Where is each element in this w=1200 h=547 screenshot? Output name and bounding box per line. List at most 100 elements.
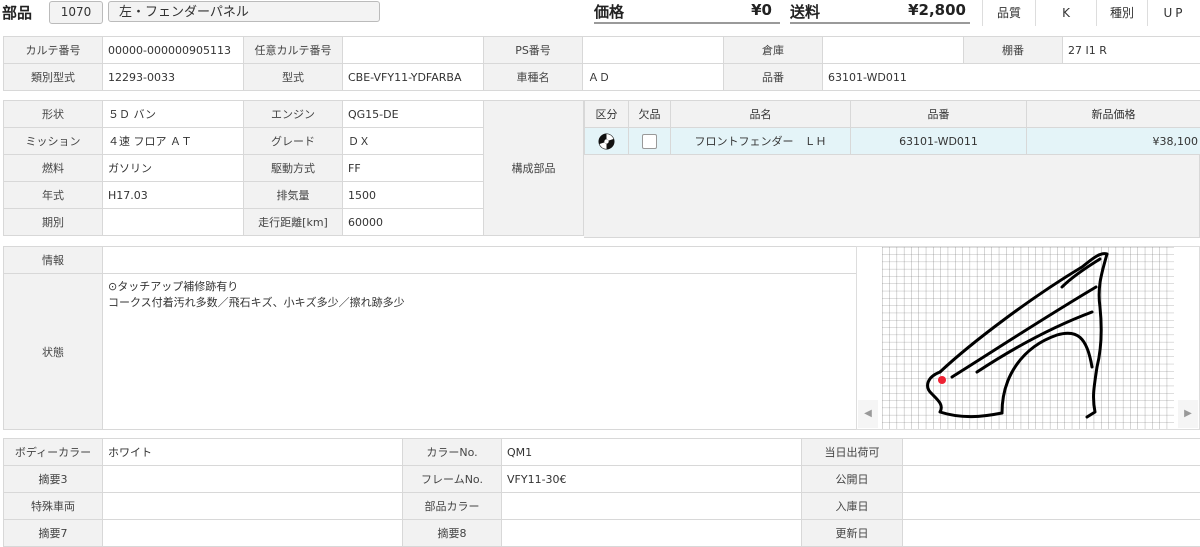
missing-checkbox[interactable] xyxy=(642,134,657,149)
new-price-cell: ¥38,100 xyxy=(1027,128,1200,155)
vehicle-name-label: 車種名 xyxy=(484,64,583,91)
engine-label: エンジン xyxy=(244,101,343,128)
details-table: ボディーカラー ホワイト カラーNo. QM1 当日出荷可 摘要3 フレームNo… xyxy=(3,438,1200,547)
grade-label: グレード xyxy=(244,128,343,155)
disc-icon xyxy=(598,133,615,150)
part-color-label: 部品カラー xyxy=(403,493,502,520)
shelf-value: 27 I1 R xyxy=(1063,37,1200,64)
classification-label: 類別型式 xyxy=(4,64,103,91)
special-vehicle-label: 特殊車両 xyxy=(4,493,103,520)
header-name: 品名 xyxy=(671,101,851,128)
karte-number-label: カルテ番号 xyxy=(4,37,103,64)
shape-label: 形状 xyxy=(4,101,103,128)
repair-marker-icon xyxy=(938,376,946,384)
displacement-value: 1500 xyxy=(343,182,484,209)
type-value: UP xyxy=(1147,0,1200,26)
basic-info-row: カルテ番号 00000-000000905113 任意カルテ番号 PS番号 倉庫… xyxy=(4,37,1200,64)
classification-value: 12293-0033 xyxy=(103,64,244,91)
model-label: 型式 xyxy=(244,64,343,91)
drive-label: 駆動方式 xyxy=(244,155,343,182)
part-diagram-image[interactable] xyxy=(882,247,1174,429)
mileage-value: 60000 xyxy=(343,209,484,236)
year-label: 年式 xyxy=(4,182,103,209)
price-underline xyxy=(594,22,780,24)
publish-date-value xyxy=(903,466,1200,493)
detail-row: ボディーカラー ホワイト カラーNo. QM1 当日出荷可 xyxy=(4,439,1200,466)
transmission-value: ４速 フロア ＡＴ xyxy=(103,128,244,155)
info-value xyxy=(103,247,857,274)
summary3-value xyxy=(103,466,403,493)
image-prev-button[interactable]: ◀ xyxy=(858,400,878,428)
grade-value: ＤＸ xyxy=(343,128,484,155)
displacement-label: 排気量 xyxy=(244,182,343,209)
summary3-label: 摘要3 xyxy=(4,466,103,493)
components-label: 構成部品 xyxy=(484,101,584,236)
drive-value: FF xyxy=(343,155,484,182)
part-number-label: 品番 xyxy=(724,64,823,91)
quality-value: K xyxy=(1035,0,1096,26)
info-table: 情報 状態 ⊙タッチアップ補修跡有り コークス付着汚れ多数／飛石キズ、小キズ多少… xyxy=(3,246,857,430)
vehicle-name-value: ＡＤ xyxy=(583,64,724,91)
missing-cell xyxy=(629,128,671,155)
parts-table-header: 区分 欠品 品名 品番 新品価格 xyxy=(585,101,1200,128)
spec-row: 形状 ５Ｄ バン エンジン QG15-DE 構成部品 xyxy=(4,101,584,128)
same-day-shipping-value xyxy=(903,439,1200,466)
shape-value: ５Ｄ バン xyxy=(103,101,244,128)
mileage-label: 走行距離[km] xyxy=(244,209,343,236)
summary8-value xyxy=(502,520,802,547)
fuel-value: ガソリン xyxy=(103,155,244,182)
warehouse-value xyxy=(823,37,964,64)
model-value: CBE-VFY11-YDFARBA xyxy=(343,64,484,91)
part-number-value: 63101-WD011 xyxy=(823,64,1200,91)
basic-info-table: カルテ番号 00000-000000905113 任意カルテ番号 PS番号 倉庫… xyxy=(3,36,1200,91)
quality-label: 品質 xyxy=(982,0,1035,26)
info-label: 情報 xyxy=(4,247,103,274)
summary7-value xyxy=(103,520,403,547)
price-label: 価格 xyxy=(594,1,624,22)
year-value: H17.03 xyxy=(103,182,244,209)
info-row: 情報 xyxy=(4,247,857,274)
part-number-cell: 63101-WD011 xyxy=(851,128,1027,155)
status-value: ⊙タッチアップ補修跡有り コークス付着汚れ多数／飛石キズ、小キズ多少／擦れ跡多少 xyxy=(103,274,857,430)
frame-number-label: フレームNo. xyxy=(403,466,502,493)
price-value: ¥0 xyxy=(740,1,772,19)
karte-number-value: 00000-000000905113 xyxy=(103,37,244,64)
optional-karte-number-label: 任意カルテ番号 xyxy=(244,37,343,64)
body-color-value: ホワイト xyxy=(103,439,403,466)
detail-row: 摘要3 フレームNo. VFY11-30€ 公開日 xyxy=(4,466,1200,493)
part-name-cell: フロントフェンダー ＬＨ xyxy=(671,128,851,155)
status-line: ⊙タッチアップ補修跡有り xyxy=(108,279,851,295)
status-label: 状態 xyxy=(4,274,103,430)
optional-karte-number-value xyxy=(343,37,484,64)
table-row[interactable]: フロントフェンダー ＬＨ 63101-WD011 ¥38,100 xyxy=(585,128,1200,155)
update-date-value xyxy=(903,520,1200,547)
engine-value: QG15-DE xyxy=(343,101,484,128)
header-category: 区分 xyxy=(585,101,629,128)
publish-date-label: 公開日 xyxy=(802,466,903,493)
shipping-underline xyxy=(790,22,970,24)
period-value xyxy=(103,209,244,236)
summary7-label: 摘要7 xyxy=(4,520,103,547)
color-number-value: QM1 xyxy=(502,439,802,466)
vehicle-specs-table: 形状 ５Ｄ バン エンジン QG15-DE 構成部品 ミッション ４速 フロア … xyxy=(3,100,584,236)
ps-number-value xyxy=(583,37,724,64)
category-cell xyxy=(585,128,629,155)
part-name: 左・フェンダーパネル xyxy=(108,1,380,22)
type-label: 種別 xyxy=(1096,0,1147,26)
basic-info-row: 類別型式 12293-0033 型式 CBE-VFY11-YDFARBA 車種名… xyxy=(4,64,1200,91)
summary8-label: 摘要8 xyxy=(403,520,502,547)
status-row: 状態 ⊙タッチアップ補修跡有り コークス付着汚れ多数／飛石キズ、小キズ多少／擦れ… xyxy=(4,274,857,430)
shipping-label: 送料 xyxy=(790,1,820,22)
update-date-label: 更新日 xyxy=(802,520,903,547)
detail-row: 摘要7 摘要8 更新日 xyxy=(4,520,1200,547)
header-missing: 欠品 xyxy=(629,101,671,128)
image-next-button[interactable]: ▶ xyxy=(1178,400,1198,428)
transmission-label: ミッション xyxy=(4,128,103,155)
warehouse-label: 倉庫 xyxy=(724,37,823,64)
arrival-date-value xyxy=(903,493,1200,520)
shelf-label: 棚番 xyxy=(964,37,1063,64)
same-day-shipping-label: 当日出荷可 xyxy=(802,439,903,466)
period-label: 期別 xyxy=(4,209,103,236)
header-number: 品番 xyxy=(851,101,1027,128)
arrival-date-label: 入庫日 xyxy=(802,493,903,520)
